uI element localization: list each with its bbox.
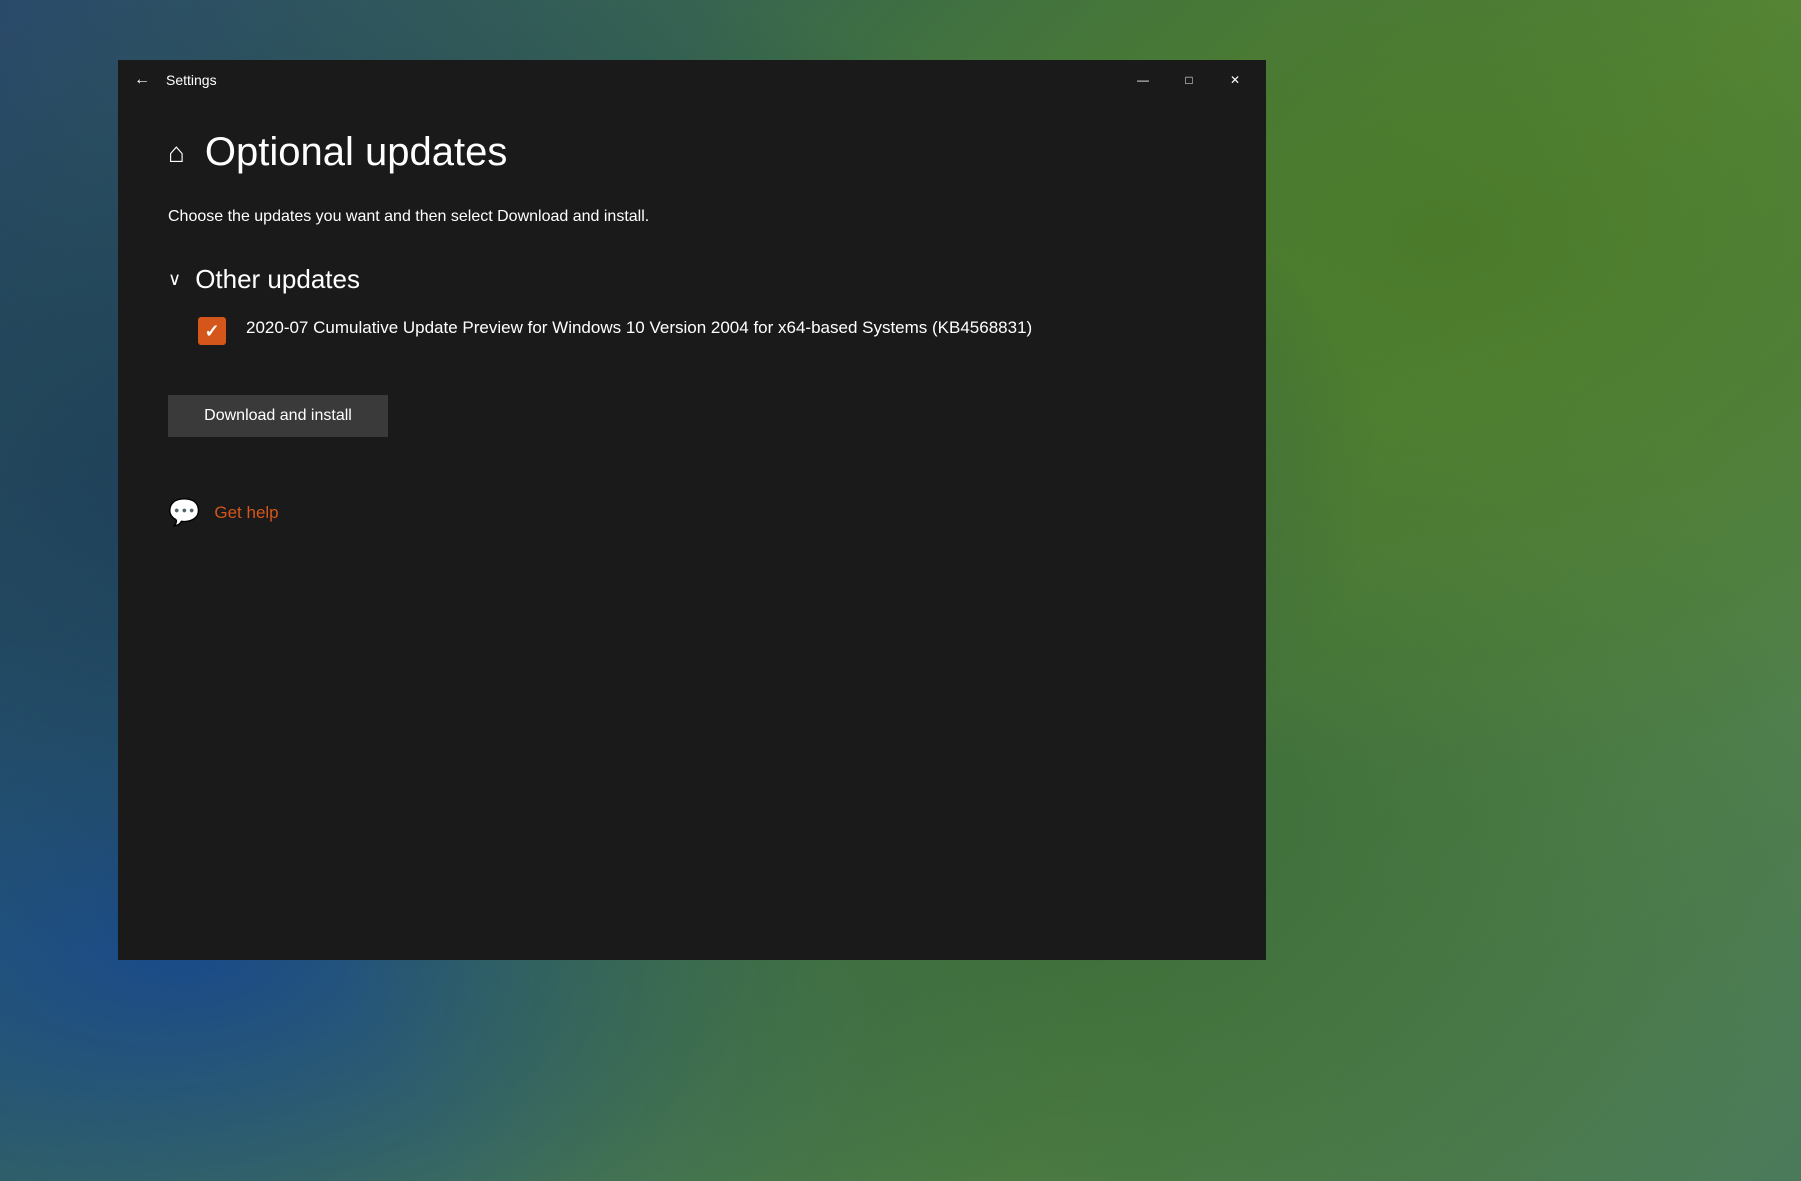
home-icon: ⌂: [168, 137, 185, 169]
maximize-button[interactable]: □: [1166, 60, 1212, 100]
close-icon: ✕: [1230, 73, 1240, 87]
update-item: ✓ 2020-07 Cumulative Update Preview for …: [198, 315, 1216, 345]
minimize-icon: —: [1137, 73, 1149, 87]
section-header: ∨ Other updates: [168, 264, 1216, 295]
help-icon: 💬: [168, 497, 200, 528]
update-text: 2020-07 Cumulative Update Preview for Wi…: [246, 315, 1032, 341]
page-description: Choose the updates you want and then sel…: [168, 205, 1216, 229]
help-section: 💬 Get help: [168, 497, 1216, 528]
chevron-down-icon: ∨: [168, 269, 181, 290]
content-area: ⌂ Optional updates Choose the updates yo…: [118, 100, 1266, 960]
close-button[interactable]: ✕: [1212, 60, 1258, 100]
page-title: Optional updates: [205, 130, 507, 175]
maximize-icon: □: [1185, 73, 1192, 87]
checkmark-icon: ✓: [204, 321, 219, 342]
update-checkbox[interactable]: ✓: [198, 317, 226, 345]
section-title: Other updates: [195, 264, 360, 295]
other-updates-section: ∨ Other updates ✓ 2020-07 Cumulative Upd…: [168, 264, 1216, 345]
page-header: ⌂ Optional updates: [168, 130, 1216, 175]
window-controls: — □ ✕: [1120, 60, 1258, 100]
minimize-button[interactable]: —: [1120, 60, 1166, 100]
back-icon: ←: [134, 71, 150, 89]
settings-window: ← Settings — □ ✕ ⌂ Optional updates Choo…: [118, 60, 1266, 960]
back-button[interactable]: ←: [126, 64, 158, 96]
window-title: Settings: [166, 72, 1120, 88]
get-help-link[interactable]: Get help: [214, 503, 278, 523]
titlebar: ← Settings — □ ✕: [118, 60, 1266, 100]
download-install-button[interactable]: Download and install: [168, 395, 388, 437]
